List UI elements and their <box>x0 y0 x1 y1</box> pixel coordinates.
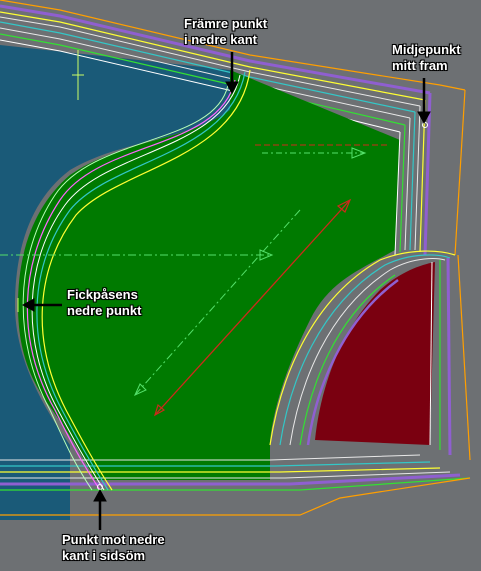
label-front-bottom-line1: Främre punkt <box>184 16 268 31</box>
label-pocket-bottom-point: Fickpåsens nedre punkt <box>67 287 141 319</box>
label-front-bottom-line2: i nedre kant <box>184 32 257 47</box>
pattern-canvas <box>0 0 481 571</box>
label-front-bottom-point: Främre punkt i nedre kant <box>184 16 267 48</box>
label-waist-center-line2: mitt fram <box>392 58 448 73</box>
label-pocket-bottom-line1: Fickpåsens <box>67 287 138 302</box>
label-side-seam-line2: kant i sidsöm <box>62 548 146 563</box>
label-side-seam-point: Punkt mot nedre kant i sidsöm <box>62 532 165 564</box>
label-side-seam-line1: Punkt mot nedre <box>62 532 165 547</box>
label-waist-center-line1: Midjepunkt <box>392 42 461 57</box>
label-pocket-bottom-line2: nedre punkt <box>67 303 142 318</box>
label-waist-center-point: Midjepunkt mitt fram <box>392 42 461 74</box>
